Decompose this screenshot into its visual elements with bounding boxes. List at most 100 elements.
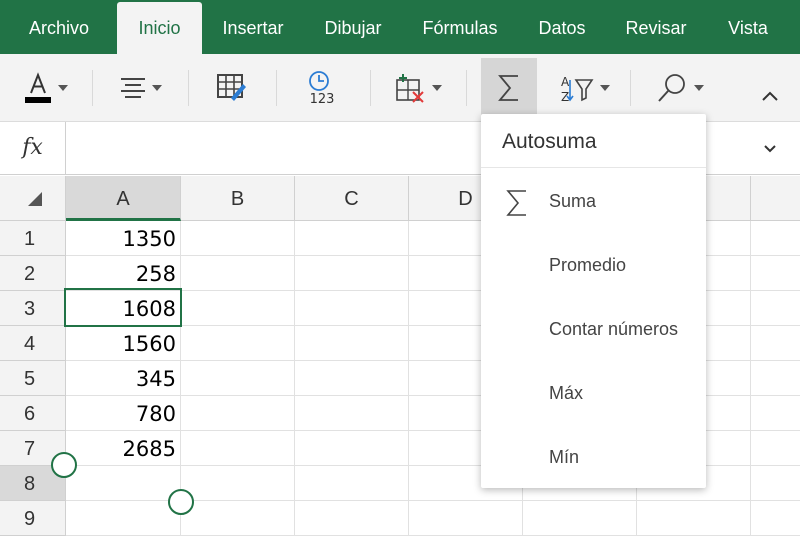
chevron-down-icon — [57, 85, 68, 91]
table-cell[interactable] — [181, 396, 295, 431]
table-cell[interactable] — [181, 431, 295, 466]
font-color-icon — [24, 72, 51, 103]
select-all-corner[interactable] — [0, 176, 66, 221]
font-color-button[interactable] — [14, 58, 76, 118]
table-cell[interactable] — [751, 361, 800, 396]
sigma-icon — [505, 189, 529, 222]
toolbar-divider — [92, 70, 93, 106]
select-all-triangle-icon — [28, 192, 42, 206]
number-format-button[interactable]: 123 — [296, 58, 348, 118]
expand-formula-button[interactable] — [758, 136, 782, 160]
column-header[interactable] — [751, 176, 800, 221]
column-header-a[interactable]: A — [66, 176, 181, 221]
table-cell[interactable] — [181, 466, 295, 501]
menu-item-contar-numeros[interactable]: Contar números — [481, 297, 706, 361]
sigma-icon — [498, 75, 518, 101]
column-header-c[interactable]: C — [295, 176, 409, 221]
table-cell[interactable] — [181, 326, 295, 361]
tab-vista[interactable]: Vista — [718, 0, 778, 54]
table-cell[interactable] — [751, 326, 800, 361]
chevron-down-icon — [599, 85, 610, 91]
delete-cells-icon — [395, 74, 424, 103]
table-cell[interactable] — [295, 256, 409, 291]
table-cell[interactable]: 780 — [66, 396, 181, 431]
menu-item-label: Máx — [549, 383, 584, 403]
table-cell[interactable] — [181, 361, 295, 396]
tab-dibujar[interactable]: Dibujar — [313, 0, 393, 54]
autosum-dropdown-menu: Autosuma Suma Promedio Contar números Má… — [481, 114, 706, 488]
sort-filter-button[interactable]: A Z — [552, 58, 614, 118]
table-cell[interactable] — [181, 291, 295, 326]
menu-item-min[interactable]: Mín — [481, 425, 706, 489]
collapse-ribbon-button[interactable] — [750, 74, 790, 118]
fx-button[interactable]: fx — [0, 122, 66, 174]
table-cell[interactable] — [181, 221, 295, 256]
row-header-3[interactable]: 3 — [0, 291, 66, 326]
tab-archivo[interactable]: Archivo — [14, 0, 104, 54]
search-icon — [657, 74, 685, 102]
table-cell[interactable] — [751, 396, 800, 431]
ribbon-tab-bar: Archivo Inicio Insertar Dibujar Fórmulas… — [0, 0, 800, 54]
table-cell[interactable] — [523, 501, 637, 536]
table-cell[interactable] — [751, 291, 800, 326]
table-cell[interactable] — [66, 501, 181, 536]
table-cell[interactable]: 1350 — [66, 221, 181, 256]
row-header-4[interactable]: 4 — [0, 326, 66, 361]
row-header-9[interactable]: 9 — [0, 501, 66, 536]
chevron-down-icon — [431, 85, 442, 91]
table-cell[interactable] — [295, 501, 409, 536]
row-header-5[interactable]: 5 — [0, 361, 66, 396]
table-cell[interactable] — [751, 431, 800, 466]
sort-filter-icon: A Z — [561, 75, 593, 104]
menu-title: Autosuma — [481, 114, 706, 168]
tab-revisar[interactable]: Revisar — [614, 0, 698, 54]
tab-formulas[interactable]: Fórmulas — [410, 0, 510, 54]
table-cell[interactable] — [295, 221, 409, 256]
table-cell[interactable] — [66, 466, 181, 501]
menu-item-label: Promedio — [549, 255, 627, 275]
tab-datos[interactable]: Datos — [530, 0, 594, 54]
table-cell[interactable] — [295, 431, 409, 466]
column-header-b[interactable]: B — [181, 176, 295, 221]
menu-item-max[interactable]: Máx — [481, 361, 706, 425]
tab-insertar[interactable]: Insertar — [210, 0, 296, 54]
autosum-button[interactable] — [481, 58, 537, 118]
cell-styles-button[interactable] — [206, 58, 256, 118]
table-cell[interactable] — [751, 256, 800, 291]
row-header-6[interactable]: 6 — [0, 396, 66, 431]
table-cell[interactable]: 345 — [66, 361, 181, 396]
cell-selection-box[interactable] — [64, 288, 182, 327]
row-header-2[interactable]: 2 — [0, 256, 66, 291]
table-cell[interactable] — [751, 466, 800, 501]
table-cell[interactable] — [295, 291, 409, 326]
row-header-1[interactable]: 1 — [0, 221, 66, 256]
table-cell[interactable] — [295, 361, 409, 396]
selection-handle-bottom-right[interactable] — [168, 489, 194, 515]
table-cell[interactable]: 1560 — [66, 326, 181, 361]
number-format-label: 123 — [310, 92, 335, 106]
table-cell[interactable] — [295, 396, 409, 431]
toolbar-divider — [630, 70, 631, 106]
menu-item-label: Contar números — [549, 319, 679, 339]
table-cell[interactable] — [751, 221, 800, 256]
table-cell[interactable]: 258 — [66, 256, 181, 291]
menu-item-promedio[interactable]: Promedio — [481, 233, 706, 297]
number-format-icon: 123 — [309, 71, 335, 106]
table-cell[interactable] — [637, 501, 751, 536]
align-button[interactable] — [112, 58, 168, 118]
tab-inicio[interactable]: Inicio — [117, 2, 202, 54]
table-cell[interactable] — [181, 256, 295, 291]
insert-delete-cells-button[interactable] — [388, 58, 446, 118]
find-button[interactable] — [650, 58, 708, 118]
table-cell[interactable] — [409, 501, 523, 536]
table-cell[interactable] — [295, 326, 409, 361]
table-cell[interactable] — [751, 501, 800, 536]
selection-handle-top-left[interactable] — [51, 452, 77, 478]
table-cell[interactable] — [181, 501, 295, 536]
toolbar-divider — [276, 70, 277, 106]
table-cell[interactable]: 2685 — [66, 431, 181, 466]
menu-item-suma[interactable]: Suma — [481, 169, 706, 233]
table-cell[interactable] — [295, 466, 409, 501]
chevron-down-icon — [151, 85, 162, 91]
svg-text:A: A — [561, 75, 570, 89]
